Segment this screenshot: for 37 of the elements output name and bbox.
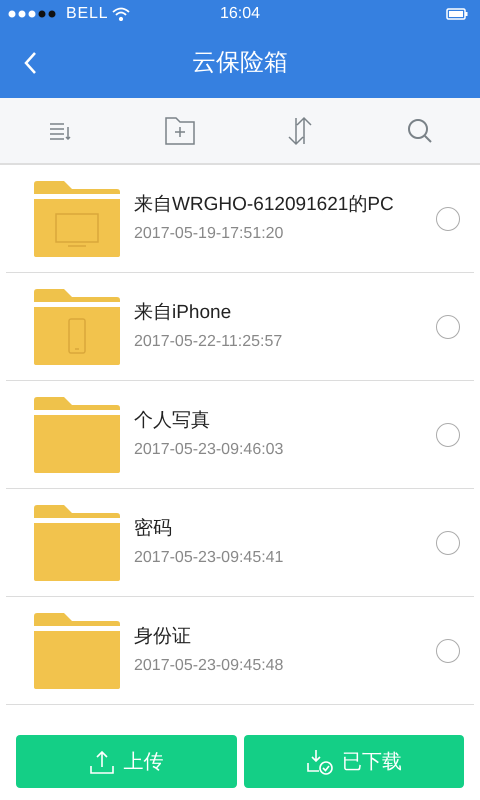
- folder-date: 2017-05-22-11:25:57: [134, 332, 284, 352]
- folder-date: 2017-05-23-09:46:03: [134, 440, 284, 460]
- select-radio[interactable]: [436, 638, 460, 662]
- folder-icon: [34, 180, 120, 256]
- sort-list-icon[interactable]: [49, 122, 71, 140]
- folder-date: 2017-05-23-09:45:48: [134, 656, 284, 676]
- folder-row[interactable]: 密码 2017-05-23-09:45:41: [6, 489, 474, 597]
- new-folder-icon[interactable]: [164, 116, 196, 146]
- select-radio[interactable]: [436, 422, 460, 446]
- folder-row[interactable]: 来自iPhone 2017-05-22-11:25:57: [6, 273, 474, 381]
- folder-row[interactable]: 个人写真 2017-05-23-09:46:03: [6, 381, 474, 489]
- folder-icon: [34, 288, 120, 364]
- carrier-name: BELL: [66, 4, 108, 24]
- folder-date: 2017-05-19-17:51:20: [134, 224, 284, 244]
- upload-icon: [89, 748, 116, 774]
- page-title: 云保险箱: [192, 48, 288, 78]
- select-radio[interactable]: [436, 206, 460, 230]
- folder-row[interactable]: 身份证 2017-05-23-09:45:48: [6, 597, 474, 705]
- select-radio[interactable]: [436, 314, 460, 338]
- folder-icon: [34, 504, 120, 580]
- folder-row[interactable]: 来自WRGHO-612091621的PC 2017-05-19-17:51:20: [6, 165, 474, 273]
- folder-name: 个人写真: [134, 409, 211, 434]
- folder-date: 2017-05-23-09:45:41: [134, 548, 284, 568]
- download-done-icon: [306, 748, 334, 776]
- wifi-icon: [112, 7, 130, 21]
- select-radio[interactable]: [436, 530, 460, 554]
- folder-name: 来自WRGHO-612091621的PC: [134, 193, 395, 218]
- status-time: 16:04: [220, 4, 260, 24]
- search-icon[interactable]: [407, 118, 433, 144]
- folder-name: 身份证: [134, 625, 192, 650]
- transfer-icon[interactable]: [286, 116, 314, 146]
- folder-name: 密码: [134, 517, 173, 542]
- folder-icon: [34, 612, 120, 688]
- battery-icon: [446, 8, 468, 20]
- signal-icon: [8, 10, 58, 18]
- folder-icon: [34, 396, 120, 472]
- folder-name: 来自iPhone: [134, 301, 232, 326]
